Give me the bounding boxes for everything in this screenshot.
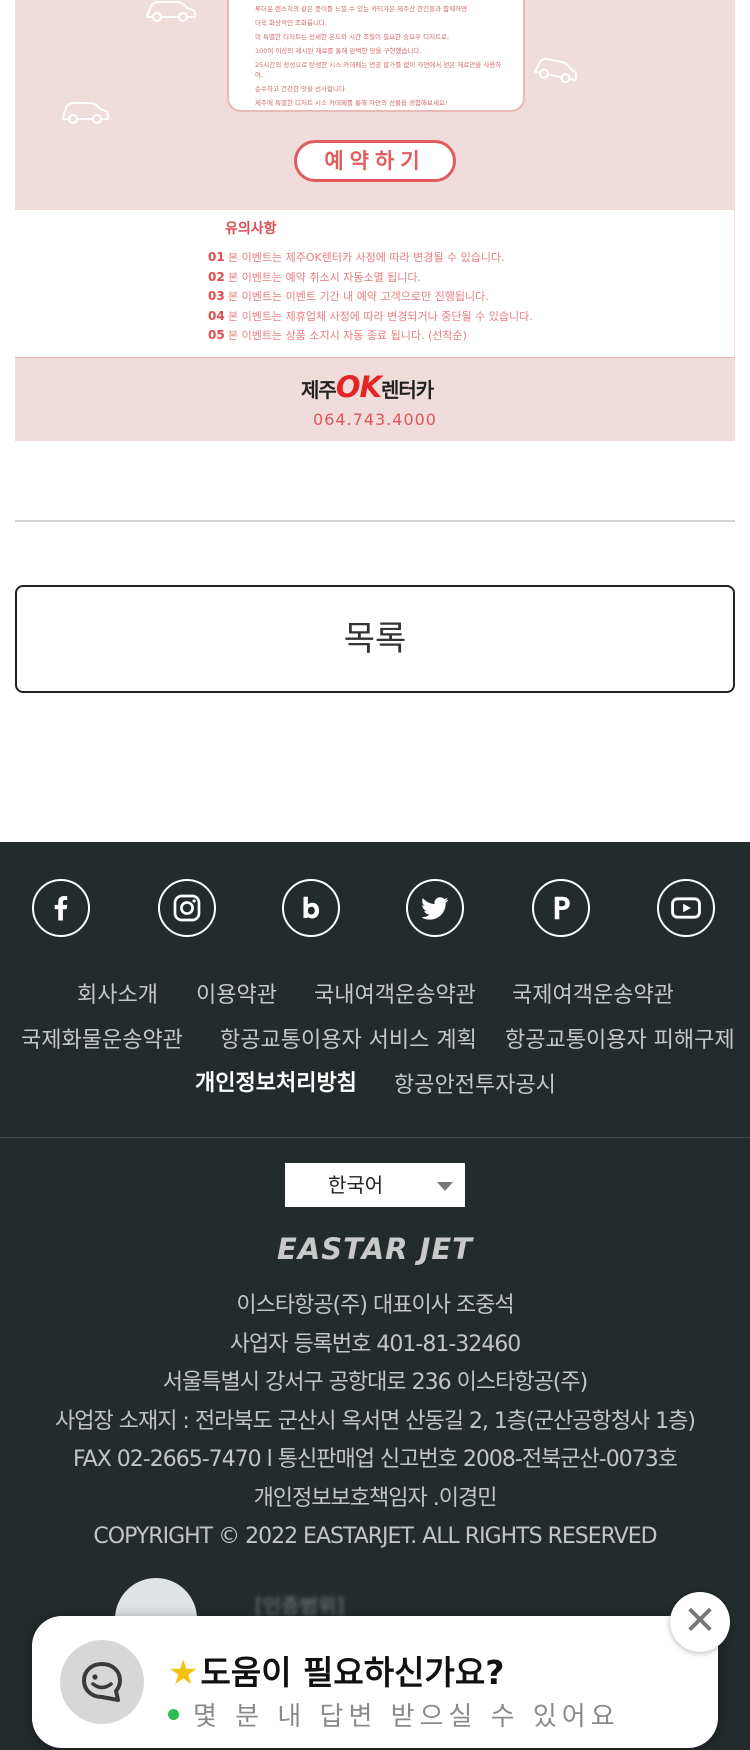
company-info: 이스타항공(주) 대표이사 조중석 사업자 등록번호 401-81-32460 … — [0, 1287, 750, 1557]
company-info-line: 사업자 등록번호 401-81-32460 — [229, 1331, 522, 1357]
chat-help-widget[interactable]: ★도움이 필요하신가요? 몇 분 내 답변 받으실 수 있어요 — [32, 1616, 718, 1748]
close-icon[interactable]: ✕ — [670, 1592, 730, 1652]
notice-number: 03 — [208, 289, 225, 303]
footer-link-safety-investment[interactable]: 항공안전투자공시 — [394, 1067, 556, 1099]
notice-item: 02 본 이벤트는 예약 취소시 자동소멸 됩니다. — [208, 268, 533, 288]
promo-banner: 투더운 렌스치의 같은 풍이를 느낄 수 있는 카티가은 제주산 한긴들과 함께… — [15, 0, 735, 441]
footer-link-cargo-carriage[interactable]: 국제화물운송약관 — [21, 1022, 183, 1054]
car-icon — [534, 57, 578, 84]
notice-item: 03 본 이벤트는 이벤트 기간 내 예약 고객으로만 진행됩니다. — [208, 287, 533, 307]
footer-link-privacy-policy[interactable]: 개인정보처리방침 — [195, 1065, 357, 1097]
footer-link-domestic-carriage[interactable]: 국내여객운송약관 — [314, 977, 476, 1009]
notice-item: 04 본 이벤트는 제휴업체 사정에 따라 변경되거나 중단될 수 있습니다. — [208, 307, 533, 327]
notice-number: 05 — [208, 328, 225, 342]
promo-card-line: 25시간의 정성으로 탄생한 시소 카데페는 먼공 합가를 없이 자연에서 얻은… — [255, 61, 502, 79]
language-select-value: 한국어 — [328, 1173, 384, 1197]
rental-brand-section: 제주OK렌터카 064.743.4000 — [15, 357, 735, 441]
copyright: COPYRIGHT © 2022 EASTARJET. ALL RIGHTS R… — [93, 1524, 657, 1549]
footer-link-service-plan[interactable]: 항공교통이용자 서비스 계획 — [220, 1022, 477, 1054]
car-icon — [146, 1, 196, 22]
youtube-icon[interactable] — [657, 879, 715, 937]
chat-title: ★도움이 필요하신가요? — [168, 1646, 504, 1694]
language-select[interactable]: 한국어 — [285, 1163, 465, 1207]
promo-description-card: 투더운 렌스치의 같은 풍이를 느낄 수 있는 카티가은 제주산 한긴들과 함께… — [227, 0, 525, 112]
car-icon — [62, 102, 109, 124]
company-info-line: FAX 02-2665-7470 l 통신판매업 신고번호 2008-전북군산-… — [73, 1447, 678, 1472]
notice-text: 본 이벤트는 예약 취소시 자동소멸 됩니다. — [228, 270, 422, 284]
notice-text: 본 이벤트는 제휴업체 사정에 따라 변경되거나 중단될 수 있습니다. — [228, 309, 533, 323]
notice-text: 본 이벤트는 이벤트 기간 내 예약 고객으로만 진행됩니다. — [228, 290, 489, 303]
notice-list: 01 본 이벤트는 제주OK렌터카 사정에 따라 변경될 수 있습니다. 02 본 … — [208, 248, 533, 346]
footer-link-terms[interactable]: 이용약관 — [196, 977, 277, 1009]
content-divider — [15, 520, 735, 522]
eastar-jet-logo: EASTAR JET — [277, 1232, 473, 1266]
brand-prefix: 제주 — [301, 378, 337, 402]
notice-number: 04 — [208, 308, 225, 323]
online-status-dot — [168, 1709, 179, 1720]
reserve-button[interactable]: 예약하기 — [294, 140, 456, 182]
footer-link-international-carriage[interactable]: 국제여객운송약관 — [512, 977, 674, 1009]
notice-section: 유의사항 01 본 이벤트는 제주OK렌터카 사정에 따라 변경될 수 있습니다.… — [15, 210, 735, 358]
promo-card-line: 미 특별한 디저트는 선세한 온도와 시간 조절이 필요한 숭요우 디저트로, — [255, 33, 450, 41]
rental-brand-logo: 제주OK렌터카 — [301, 370, 434, 404]
promo-top-section: 투더운 렌스치의 같은 풍이를 느낄 수 있는 카티가은 제주산 한긴들과 함께… — [15, 0, 735, 210]
site-footer: 회사소개 이용약관 국내여객운송약관 국제여객운송약관 국제화물운송약관 항공교… — [0, 842, 750, 1750]
list-button[interactable]: 목록 — [15, 585, 735, 693]
company-info-line: 개인정보보호책임자 .이경민 — [253, 1485, 498, 1511]
post-icon[interactable] — [532, 879, 590, 937]
star-icon: ★ — [168, 1653, 199, 1693]
company-info-line: 이스타항공(주) 대표이사 조중석 — [236, 1293, 514, 1318]
blog-icon[interactable] — [282, 879, 340, 937]
notice-text: 본 이벤트는 제주OK렌터카 사정에 따라 변경될 수 있습니다. — [228, 251, 505, 264]
instagram-icon[interactable] — [158, 879, 216, 937]
certification-label: [인증범위] — [255, 1594, 345, 1618]
promo-card-line: 100여 이상의 제시된 재료를 통해 완벽한 맛을 구현했습니다. — [255, 47, 422, 55]
chevron-down-icon — [437, 1182, 453, 1191]
promo-card-line: 투더운 렌스치의 같은 풍이를 느낄 수 있는 카티가은 제주산 한긴들과 함께… — [255, 5, 468, 13]
notice-text: 본 이벤트는 상품 소지시 자동 종료 됩니다. (선착순) — [228, 329, 467, 342]
promo-card-line: 제주에 특별한 디저트 시소 카데페를 통해 자연의 선물을 경험해보세요! — [255, 99, 448, 107]
notice-number: 01 — [208, 250, 225, 264]
promo-card-line: 더욱 화상적인 조화롭니다. — [255, 19, 327, 27]
facebook-icon[interactable] — [32, 879, 90, 937]
chat-bubble-icon — [60, 1640, 144, 1724]
chat-subtitle: 몇 분 내 답변 받으실 수 있어요 — [168, 1696, 620, 1733]
notice-item: 01 본 이벤트는 제주OK렌터카 사정에 따라 변경될 수 있습니다. — [208, 248, 533, 268]
chat-title-text: 도움이 필요하신가요? — [200, 1653, 505, 1692]
notice-item: 05 본 이벤트는 상품 소지시 자동 종료 됩니다. (선착순) — [208, 326, 533, 346]
company-info-line: 서울특별시 강서구 공항대로 236 이스타항공(주) — [162, 1370, 588, 1395]
chat-subtitle-text: 몇 분 내 답변 받으실 수 있어요 — [193, 1702, 620, 1732]
footer-divider — [0, 1137, 750, 1138]
promo-card-line: 순수하고 건강한 맛을 선사합니다. — [255, 85, 347, 93]
company-info-line: 사업장 소재지 : 전라북도 군산시 옥서면 산동길 2, 1층(군산공항청사 … — [55, 1408, 696, 1434]
notice-title: 유의사항 — [225, 221, 277, 237]
footer-link-company[interactable]: 회사소개 — [77, 977, 158, 1009]
brand-suffix: 렌터카 — [380, 378, 434, 402]
notice-number: 02 — [208, 269, 225, 284]
footer-link-damage-relief[interactable]: 항공교통이용자 피해구제 — [505, 1022, 735, 1054]
twitter-icon[interactable] — [406, 879, 464, 937]
rental-phone-number: 064.743.4000 — [313, 410, 437, 429]
brand-ok: OK — [335, 370, 382, 404]
